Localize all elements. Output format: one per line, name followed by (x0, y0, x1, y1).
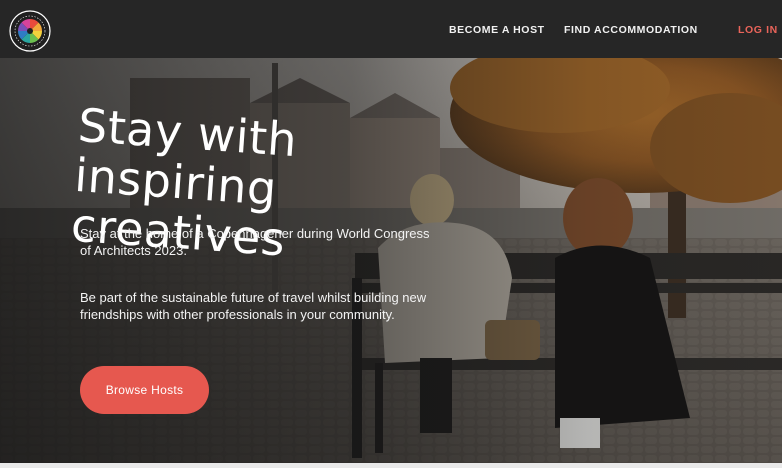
browse-hosts-button[interactable]: Browse Hosts (80, 366, 209, 414)
page-frame: BECOME A HOST FIND ACCOMMODATION LOG IN (0, 0, 782, 463)
hero-sustainability-paragraph: Be part of the sustainable future of tra… (80, 290, 427, 322)
hero-section: Stay with inspiring creatives Stay at th… (0, 58, 782, 463)
nav-become-a-host-link[interactable]: BECOME A HOST (449, 24, 545, 36)
brand-logo[interactable] (5, 9, 55, 53)
nav-find-accommodation-link[interactable]: FIND ACCOMMODATION (564, 24, 698, 36)
congress-logo-icon (9, 10, 51, 52)
nav-log-in-link[interactable]: LOG IN (738, 24, 778, 36)
top-navigation-bar: BECOME A HOST FIND ACCOMMODATION LOG IN (0, 0, 782, 58)
hero-intro-paragraph: Stay at the home of a Copenhagener durin… (80, 226, 430, 258)
